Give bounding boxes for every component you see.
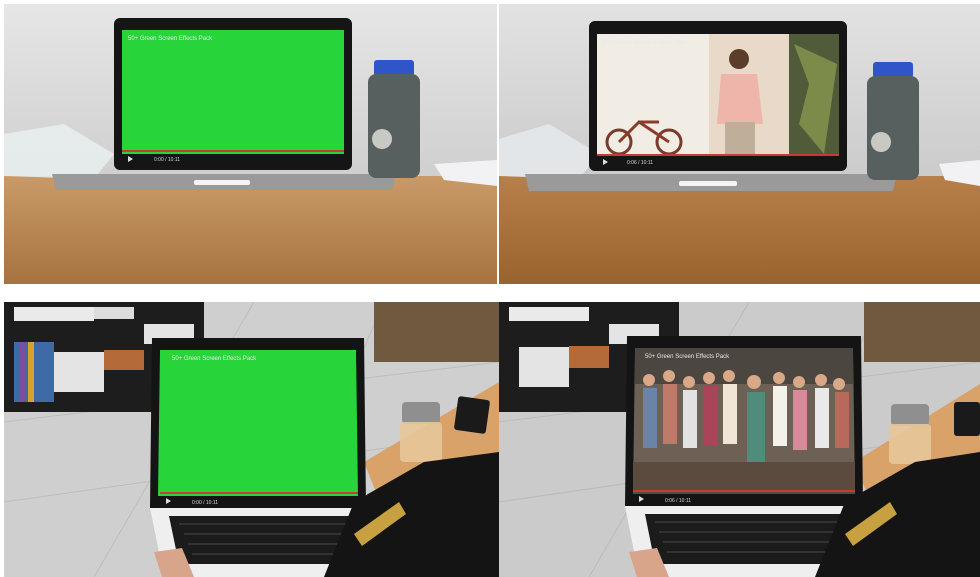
video-time: 0:06 / 10:11 [627,160,653,166]
video-frame [633,348,855,494]
video-time: 0:00 / 10:11 [154,157,180,163]
phone [454,396,490,434]
green-screen [158,350,358,496]
water-bottle [867,62,919,180]
photo-office-video-screen: 50+ Green Screen Effects Pack 0:06 / 10:… [499,302,980,577]
video-title: 50+ Green Screen Effects Pack [603,40,688,46]
video-title: 50+ Green Screen Effects Pack [645,354,730,360]
video-frame [597,34,839,156]
photo-office-green-screen: 50+ Green Screen Effects Pack 0:00 / 10:… [4,302,499,577]
video-title: 50+ Green Screen Effects Pack [172,356,257,362]
glass-jar [889,404,931,464]
video-time: 0:06 / 10:11 [665,498,691,504]
water-bottle [368,60,420,178]
green-screen [122,30,344,154]
video-time: 0:00 / 10:11 [192,500,218,506]
photo-desk-video-screen: 50+ Green Screen Effects Pack 0:06 / 10:… [499,4,980,284]
video-title: 50+ Green Screen Effects Pack [128,36,213,42]
photo-desk-green-screen: 50+ Green Screen Effects Pack 0:00 / 10:… [4,4,497,284]
phone [954,402,980,436]
glass-jar [400,402,442,462]
